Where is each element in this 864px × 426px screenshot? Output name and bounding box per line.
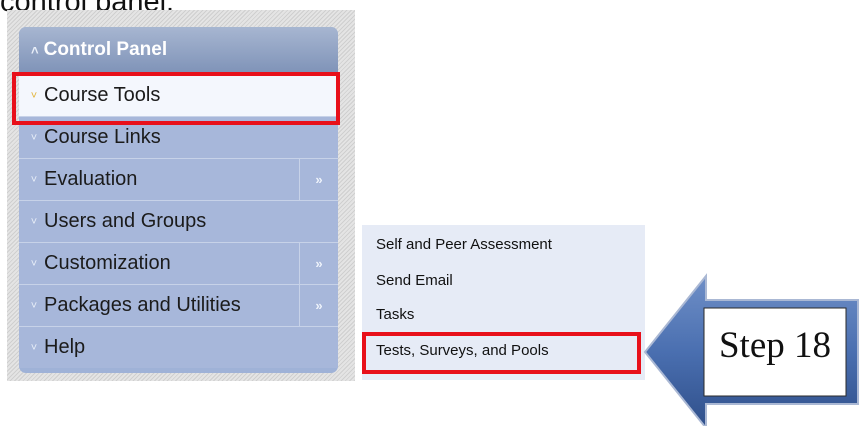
step-label: Step 18 — [718, 325, 832, 366]
